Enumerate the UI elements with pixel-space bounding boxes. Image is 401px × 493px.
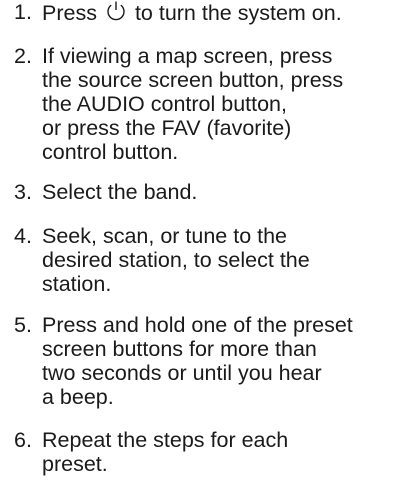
step-line: the source screen button, press bbox=[42, 68, 344, 92]
step-number: 5. bbox=[14, 313, 32, 337]
step-text: If viewing a map screen, press the sourc… bbox=[42, 44, 397, 164]
step-number: 4. bbox=[14, 224, 32, 248]
step-line: If viewing a map screen, press bbox=[42, 44, 333, 68]
step-line: control button. bbox=[42, 140, 179, 164]
step-text: Select the band. bbox=[42, 180, 397, 204]
step-number: 3. bbox=[14, 180, 32, 204]
step-text: Seek, scan, or tune to the desired stati… bbox=[42, 224, 397, 296]
step-line: Select the band. bbox=[42, 180, 198, 204]
step-text: Repeat the steps for each preset. bbox=[42, 428, 397, 476]
step-line: screen buttons for more than bbox=[42, 337, 317, 361]
step-text-after: to turn the system on. bbox=[134, 1, 342, 25]
step-number: 6. bbox=[14, 428, 32, 452]
step-3: 3. Select the band. bbox=[14, 180, 397, 204]
step-line: Repeat the steps for each bbox=[42, 428, 289, 452]
step-1: 1. Press to turn the system on. bbox=[14, 0, 397, 25]
step-line: station. bbox=[42, 272, 112, 296]
step-line: desired station, to select the bbox=[42, 248, 310, 272]
step-line: or press the FAV (favorite) bbox=[42, 116, 292, 140]
step-line: Seek, scan, or tune to the bbox=[42, 224, 288, 248]
step-4: 4. Seek, scan, or tune to the desired st… bbox=[14, 224, 397, 296]
step-6: 6. Repeat the steps for each preset. bbox=[14, 428, 397, 476]
step-number: 2. bbox=[14, 44, 32, 68]
step-5: 5. Press and hold one of the preset scre… bbox=[14, 313, 397, 409]
power-icon bbox=[105, 0, 127, 22]
step-line: preset. bbox=[42, 452, 108, 476]
step-number: 1. bbox=[14, 0, 32, 24]
step-text: Press and hold one of the preset screen … bbox=[42, 313, 397, 409]
step-text: Press to turn the system on. bbox=[42, 0, 397, 25]
step-line: a beep. bbox=[42, 385, 114, 409]
step-line: Press and hold one of the preset bbox=[42, 313, 353, 337]
step-line: two seconds or until you hear bbox=[42, 361, 322, 385]
step-line: the AUDIO control button, bbox=[42, 92, 287, 116]
step-2: 2. If viewing a map screen, press the so… bbox=[14, 44, 397, 164]
step-text-before: Press bbox=[42, 1, 97, 25]
